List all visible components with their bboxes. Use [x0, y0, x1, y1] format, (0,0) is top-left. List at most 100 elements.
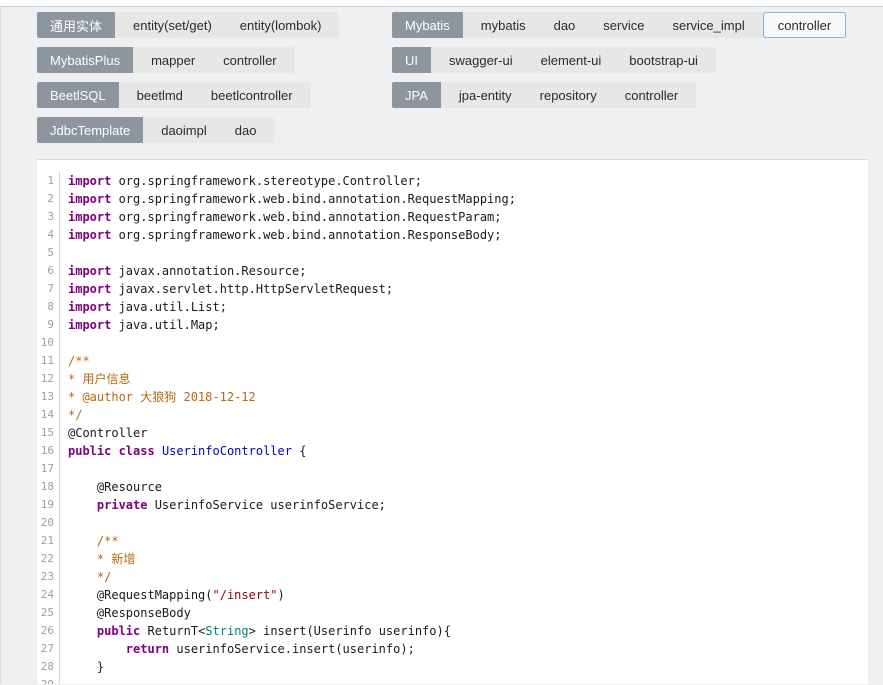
- template-button[interactable]: element-ui: [527, 47, 616, 73]
- line-number: 8: [37, 298, 60, 316]
- code-token-pl: UserinfoService userinfoService;: [147, 498, 385, 512]
- line-number: 9: [37, 316, 60, 334]
- code-line: 18 @Resource: [37, 478, 868, 496]
- line-content: import org.springframework.stereotype.Co…: [60, 172, 422, 190]
- code-line: 13* @author 大狼狗 2018-12-12: [37, 388, 868, 406]
- line-content: import java.util.Map;: [60, 316, 220, 334]
- template-button[interactable]: beetlcontroller: [197, 82, 307, 108]
- code-line: 21 /**: [37, 532, 868, 550]
- code-token-pl: {: [292, 444, 306, 458]
- line-content: [60, 460, 68, 478]
- code-line: 12* 用户信息: [37, 370, 868, 388]
- line-content: public ReturnT<String> insert(Userinfo u…: [60, 622, 451, 640]
- code-line: 24 @RequestMapping("/insert"): [37, 586, 868, 604]
- code-token-pl: org.springframework.web.bind.annotation.…: [111, 192, 516, 206]
- line-number: 4: [37, 226, 60, 244]
- code-line: 1import org.springframework.stereotype.C…: [37, 172, 868, 190]
- line-content: [60, 514, 68, 532]
- line-number: 14: [37, 406, 60, 424]
- group-label-button[interactable]: Mybatis: [392, 12, 463, 38]
- template-button[interactable]: entity(lombok): [226, 12, 336, 38]
- template-button-selected[interactable]: controller: [763, 12, 846, 38]
- line-number: 7: [37, 280, 60, 298]
- code-token-kw: import: [68, 228, 111, 242]
- code-token-cm: * 新增: [97, 552, 135, 566]
- line-number: 16: [37, 442, 60, 460]
- line-content: * 新增: [60, 550, 135, 568]
- code-token-kw: import: [68, 264, 111, 278]
- group-label-button[interactable]: 通用实体: [37, 12, 115, 38]
- code-token-pl: userinfoService.insert(userinfo);: [169, 642, 415, 656]
- template-button[interactable]: dao: [221, 117, 271, 143]
- code-token-pl: ): [278, 588, 285, 602]
- code-line: 15 @Controller: [37, 424, 868, 442]
- template-button[interactable]: controller: [611, 82, 692, 108]
- group-label-button[interactable]: BeetlSQL: [37, 82, 119, 108]
- template-button[interactable]: swagger-ui: [435, 47, 527, 73]
- line-number: 29: [37, 676, 60, 684]
- line-content: [60, 676, 68, 684]
- template-button[interactable]: entity(set/get): [119, 12, 226, 38]
- template-button[interactable]: beetlmd: [123, 82, 197, 108]
- code-token-kw: public class: [68, 444, 155, 458]
- line-number: 22: [37, 550, 60, 568]
- code-token-kw: import: [68, 318, 111, 332]
- code-token-pl: org.springframework.stereotype.Controlle…: [111, 174, 422, 188]
- line-number: 13: [37, 388, 60, 406]
- line-content: [60, 244, 68, 262]
- template-button[interactable]: bootstrap-ui: [615, 47, 712, 73]
- code-line: 17: [37, 460, 868, 478]
- group-label-button[interactable]: MybatisPlus: [37, 47, 133, 73]
- line-content: */: [60, 406, 82, 424]
- code-token-kw: import: [68, 174, 111, 188]
- line-content: * 用户信息: [60, 370, 130, 388]
- line-content: import org.springframework.web.bind.anno…: [60, 190, 516, 208]
- group-items: swagger-uielement-uibootstrap-ui: [431, 47, 716, 73]
- template-button[interactable]: mapper: [137, 47, 209, 73]
- code-token-pl: javax.annotation.Resource;: [111, 264, 306, 278]
- template-button[interactable]: repository: [526, 82, 611, 108]
- line-number: 28: [37, 658, 60, 676]
- line-content: */: [60, 568, 111, 586]
- code-token-pl: [68, 624, 97, 638]
- code-token-pl: ReturnT<: [140, 624, 205, 638]
- code-line: 26 public ReturnT<String> insert(Userinf…: [37, 622, 868, 640]
- code-token-pl: javax.servlet.http.HttpServletRequest;: [111, 282, 393, 296]
- line-number: 11: [37, 352, 60, 370]
- template-button[interactable]: mybatis: [467, 12, 540, 38]
- code-line: 27 return userinfoService.insert(userinf…: [37, 640, 868, 658]
- line-content: @Resource: [60, 478, 162, 496]
- code-token-kw: private: [97, 498, 148, 512]
- line-content: /**: [60, 532, 119, 550]
- code-line: 14 */: [37, 406, 868, 424]
- code-token-cm: /**: [97, 534, 119, 548]
- template-group: MybatisPlusmappercontroller: [37, 47, 295, 73]
- line-content: @ResponseBody: [60, 604, 191, 622]
- template-button[interactable]: jpa-entity: [445, 82, 526, 108]
- line-content: @RequestMapping("/insert"): [60, 586, 285, 604]
- template-button[interactable]: controller: [209, 47, 290, 73]
- code-token-pl: @Controller: [68, 426, 147, 440]
- line-content: @Controller: [60, 424, 147, 442]
- code-token-cm: /**: [68, 354, 90, 368]
- line-number: 12: [37, 370, 60, 388]
- code-line: 16 public class UserinfoController {: [37, 442, 868, 460]
- template-button[interactable]: daoimpl: [147, 117, 221, 143]
- code-line: 6import javax.annotation.Resource;: [37, 262, 868, 280]
- template-button[interactable]: service: [589, 12, 658, 38]
- line-number: 1: [37, 172, 60, 190]
- group-label-button[interactable]: UI: [392, 47, 431, 73]
- group-label-button[interactable]: JdbcTemplate: [37, 117, 143, 143]
- code-lines: 1import org.springframework.stereotype.C…: [37, 172, 868, 684]
- template-button[interactable]: dao: [540, 12, 590, 38]
- template-button[interactable]: service_impl: [658, 12, 758, 38]
- code-line: 11 /**: [37, 352, 868, 370]
- line-number: 15: [37, 424, 60, 442]
- code-token-cm: */: [68, 408, 82, 422]
- group-items: mappercontroller: [133, 47, 295, 73]
- code-token-cls: UserinfoController: [162, 444, 292, 458]
- line-number: 21: [37, 532, 60, 550]
- code-line: 22 * 新增: [37, 550, 868, 568]
- line-number: 17: [37, 460, 60, 478]
- group-label-button[interactable]: JPA: [392, 82, 441, 108]
